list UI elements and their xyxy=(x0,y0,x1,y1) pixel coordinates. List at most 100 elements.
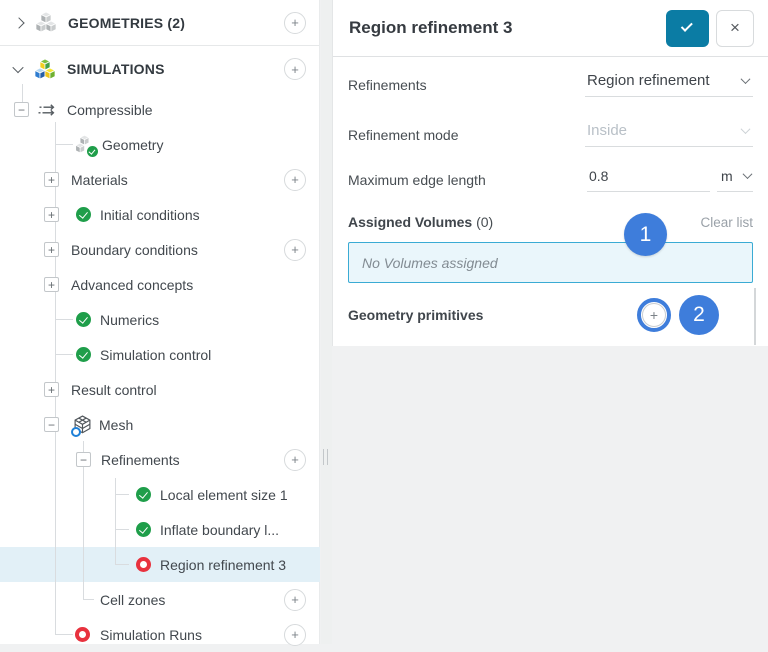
collapse-toggle[interactable]: − xyxy=(44,417,59,432)
no-volumes-info-box: No Volumes assigned xyxy=(348,242,753,283)
panel-scrollbar-thumb[interactable] xyxy=(754,288,756,345)
empty-message: No Volumes assigned xyxy=(362,254,498,271)
confirm-button[interactable] xyxy=(666,9,709,47)
panel-gutter xyxy=(321,0,332,644)
assigned-volumes-header: Assigned Volumes (0) Clear list xyxy=(348,202,753,242)
unit-select[interactable]: m xyxy=(717,168,753,192)
tree-item-simulation-runs[interactable]: Simulation Runs + xyxy=(0,617,319,652)
tree-item-advanced-concepts[interactable]: + Advanced concepts xyxy=(0,267,319,302)
tree-item-label: Boundary conditions xyxy=(71,241,198,258)
chevron-down-icon xyxy=(742,169,753,180)
tree-item-local-element-size[interactable]: Local element size 1 xyxy=(0,477,319,512)
select-value: Region refinement xyxy=(587,72,710,89)
success-check-icon xyxy=(76,347,91,362)
tree-item-result-control[interactable]: + Result control xyxy=(0,372,319,407)
field-label: Refinement mode xyxy=(348,126,459,143)
tree-item-region-refinement[interactable]: Region refinement 3 xyxy=(0,547,319,582)
add-geometry-button[interactable]: + xyxy=(284,11,306,34)
add-geometry-primitive-button[interactable]: + xyxy=(642,302,666,327)
add-refinement-button[interactable]: + xyxy=(284,448,306,471)
tree-item-label: Simulation control xyxy=(100,346,212,363)
tree-item-label: Advanced concepts xyxy=(71,276,194,293)
tree-item-simulation-control[interactable]: Simulation control xyxy=(0,337,319,372)
tree-item-label: Result control xyxy=(71,381,157,398)
refinement-mode-select[interactable]: Inside xyxy=(585,122,753,147)
geometry-primitives-label: Geometry primitives xyxy=(348,306,484,323)
tree-item-materials[interactable]: + Materials + xyxy=(0,162,319,197)
tree-item-initial-conditions[interactable]: + Initial conditions xyxy=(0,197,319,232)
add-material-button[interactable]: + xyxy=(284,168,306,191)
assigned-volumes-count: (0) xyxy=(476,214,494,230)
section-simulations[interactable]: SIMULATIONS + xyxy=(0,46,319,92)
tree-item-boundary-conditions[interactable]: + Boundary conditions + xyxy=(0,232,319,267)
section-label: SIMULATIONS xyxy=(67,61,165,77)
chevron-down-icon xyxy=(740,124,751,135)
tree-item-label: Numerics xyxy=(100,311,160,328)
mesh-cube-icon xyxy=(71,415,92,437)
field-row-refinement-mode: Refinement mode Inside xyxy=(348,112,753,157)
error-status-icon xyxy=(136,557,151,572)
add-boundary-condition-button[interactable]: + xyxy=(284,238,306,261)
expand-toggle[interactable]: + xyxy=(44,382,59,397)
tree-item-cell-zones[interactable]: Cell zones + xyxy=(0,582,319,617)
clear-list-button[interactable]: Clear list xyxy=(700,215,753,230)
expand-toggle[interactable]: + xyxy=(44,207,59,222)
tree-item-mesh[interactable]: − Mesh xyxy=(0,407,319,442)
chevron-right-icon[interactable] xyxy=(13,16,25,29)
panel-title: Region refinement 3 xyxy=(349,18,513,37)
settings-panel: Region refinement 3 × Refinements Region… xyxy=(332,0,768,346)
tree-item-inflate-boundary[interactable]: Inflate boundary l... xyxy=(0,512,319,547)
panel-resize-handle[interactable] xyxy=(323,449,328,465)
assigned-volumes-label: Assigned Volumes xyxy=(348,214,473,230)
tree-item-refinements[interactable]: − Refinements + xyxy=(0,442,319,477)
field-row-max-edge-length: Maximum edge length m xyxy=(348,157,753,202)
add-simulation-button[interactable]: + xyxy=(284,58,306,80)
field-label: Refinements xyxy=(348,76,427,93)
geometry-primitives-row: Geometry primitives + 2 xyxy=(348,283,753,346)
flow-arrows-icon xyxy=(37,103,59,117)
success-check-icon xyxy=(76,312,91,327)
section-label: GEOMETRIES (2) xyxy=(68,14,186,31)
tree-item-label: Initial conditions xyxy=(100,206,200,223)
tree-item-label: Inflate boundary l... xyxy=(160,521,280,538)
field-label: Maximum edge length xyxy=(348,171,486,188)
cubes-grey-icon xyxy=(34,12,58,33)
tree-item-geometry[interactable]: Geometry xyxy=(0,127,319,162)
tree-item-label: Cell zones xyxy=(100,591,166,608)
annotation-highlight-ring: + xyxy=(637,297,671,332)
refinements-select[interactable]: Region refinement xyxy=(585,72,753,97)
chevron-down-icon xyxy=(740,74,751,85)
add-simulation-run-button[interactable]: + xyxy=(284,623,306,646)
section-geometries[interactable]: GEOMETRIES (2) + xyxy=(0,0,319,46)
geometry-cubes-icon xyxy=(74,135,98,157)
tree-item-label: Materials xyxy=(71,171,128,188)
tree-item-label: Local element size 1 xyxy=(160,486,288,503)
collapse-toggle[interactable]: − xyxy=(76,452,91,467)
close-button[interactable]: × xyxy=(716,9,754,47)
tree-item-numerics[interactable]: Numerics xyxy=(0,302,319,337)
tree-item-label: Compressible xyxy=(67,101,153,118)
expand-toggle[interactable]: + xyxy=(44,242,59,257)
collapse-toggle[interactable]: − xyxy=(14,102,29,117)
chevron-down-icon[interactable] xyxy=(12,61,24,74)
add-cell-zone-button[interactable]: + xyxy=(284,588,306,611)
cubes-color-icon xyxy=(33,58,57,80)
mesh-status-badge xyxy=(71,427,81,437)
success-check-icon xyxy=(136,522,151,537)
tree-item-label: Geometry xyxy=(102,136,164,153)
tree-item-label: Mesh xyxy=(99,416,134,433)
tree-item-label: Region refinement 3 xyxy=(160,556,287,573)
check-icon xyxy=(680,19,693,32)
panel-header: Region refinement 3 × xyxy=(333,0,768,57)
select-value: m xyxy=(721,167,733,184)
tree-item-compressible[interactable]: − Compressible xyxy=(0,92,319,127)
tree-item-label: Refinements xyxy=(101,451,180,468)
expand-toggle[interactable]: + xyxy=(44,277,59,292)
select-value: Inside xyxy=(587,122,628,139)
project-tree-sidebar: GEOMETRIES (2) + SIMULATIONS + − Compres… xyxy=(0,0,320,646)
maximum-edge-length-input[interactable] xyxy=(587,167,710,192)
annotation-step-2-badge: 2 xyxy=(679,294,719,335)
success-check-icon xyxy=(136,487,151,502)
expand-toggle[interactable]: + xyxy=(44,172,59,187)
success-check-icon xyxy=(76,207,91,222)
